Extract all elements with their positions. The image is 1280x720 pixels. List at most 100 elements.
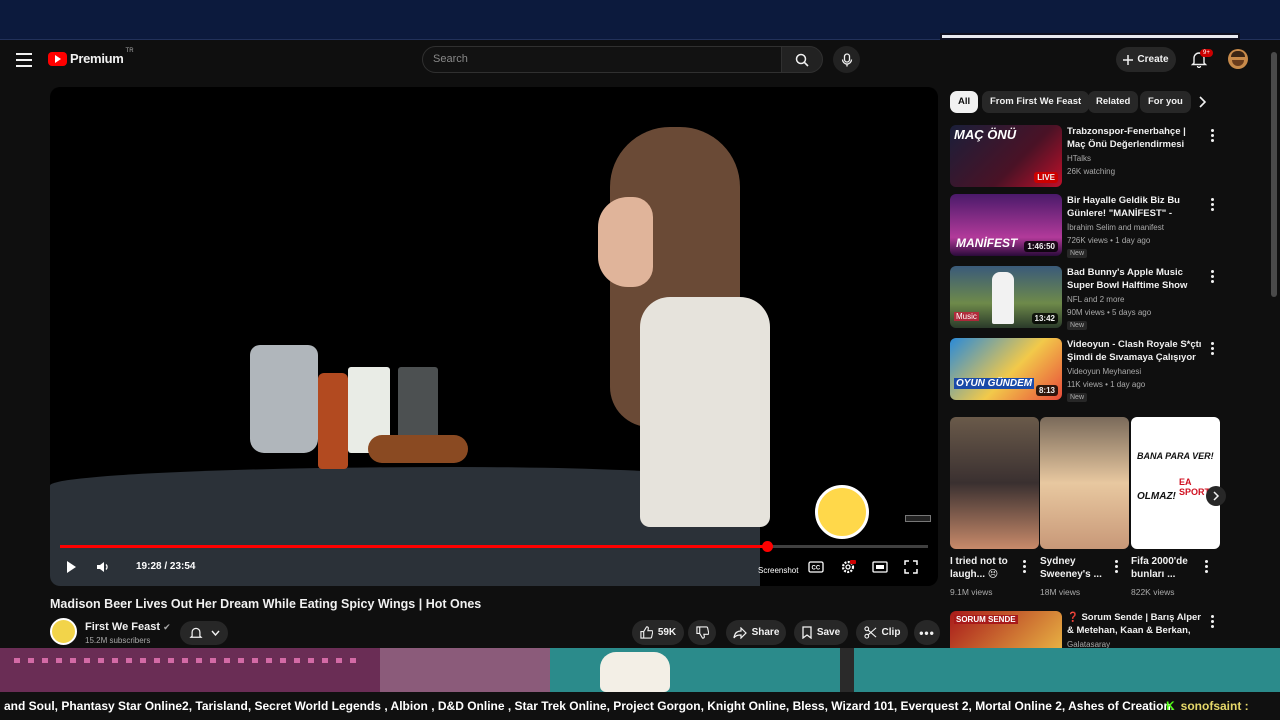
rec-channel: HTalks bbox=[1067, 154, 1092, 163]
chevron-right-icon[interactable] bbox=[1194, 94, 1210, 110]
thumb-text: MAÇ ÖNÜ bbox=[954, 127, 1017, 142]
rec-video[interactable]: SORUM SENDE ❓ Sorum Sende | Barış Alper … bbox=[950, 611, 1230, 648]
rec-channel: İbrahim Selim and manifest bbox=[1067, 223, 1164, 232]
progress-fill bbox=[60, 545, 768, 548]
more-actions-button[interactable]: ••• bbox=[914, 620, 940, 645]
search-button[interactable] bbox=[781, 46, 823, 73]
ticker-username: sonofsaint : bbox=[1180, 699, 1249, 713]
fullscreen-button[interactable] bbox=[904, 557, 918, 577]
gear-icon bbox=[841, 560, 856, 574]
rec-channel: Galatasaray bbox=[1067, 640, 1111, 648]
chip-from-channel[interactable]: From First We Feast bbox=[982, 91, 1090, 113]
thumb-text: BANA PARA VER! bbox=[1137, 451, 1214, 461]
chip-all[interactable]: All bbox=[950, 91, 979, 113]
apple-music-label: Music bbox=[954, 312, 979, 321]
screenshot-label[interactable]: Screenshot bbox=[758, 566, 798, 575]
rec-video[interactable]: MAÇ ÖNÜ LIVE Trabzonspor-Fenerbahçe | Ma… bbox=[950, 125, 1230, 189]
rec-video[interactable]: MANİFEST 1:46:50 Bir Hayalle Geldik Biz … bbox=[950, 194, 1230, 258]
rec-title: Bir Hayalle Geldik Biz Bu Günlere! "MANİ… bbox=[1067, 195, 1180, 219]
first-we-feast-watermark[interactable] bbox=[815, 485, 869, 539]
video-frame-pitcher bbox=[250, 345, 318, 453]
stream-overlay-art bbox=[0, 648, 1280, 692]
short-views: 822K views bbox=[1131, 587, 1175, 597]
duration-badge: 8:13 bbox=[1035, 385, 1058, 396]
more-vert-icon[interactable] bbox=[1208, 198, 1216, 212]
video-frame-wings bbox=[368, 435, 468, 463]
more-vert-icon[interactable] bbox=[1112, 560, 1120, 574]
progress-bar[interactable] bbox=[60, 541, 928, 552]
menu-icon[interactable] bbox=[14, 50, 34, 70]
youtube-premium-logo[interactable]: Premium TR bbox=[48, 48, 134, 66]
scrubber-handle[interactable] bbox=[762, 541, 774, 552]
pixel-cat bbox=[600, 652, 670, 692]
theater-icon bbox=[872, 561, 888, 573]
rec-title: Bad Bunny's Apple Music Super Bowl Halft… bbox=[1067, 267, 1188, 291]
rec-thumbnail: SORUM SENDE bbox=[950, 611, 1062, 648]
short-thumbnail[interactable] bbox=[950, 417, 1039, 549]
page-scrollbar[interactable] bbox=[1268, 40, 1280, 648]
chip-for-you[interactable]: For you bbox=[1140, 91, 1191, 113]
search-input[interactable]: Search bbox=[422, 46, 782, 73]
account-avatar[interactable] bbox=[1228, 49, 1248, 69]
short-title[interactable]: I tried not to laugh... 😣 bbox=[950, 555, 1026, 581]
shorts-next-button[interactable] bbox=[1206, 486, 1226, 506]
rec-meta: 11K views • 1 day ago bbox=[1067, 380, 1146, 389]
share-button[interactable]: Share bbox=[726, 620, 786, 645]
video-player[interactable]: 19:28 / 23:54 Screenshot CC bbox=[50, 87, 938, 586]
channel-name[interactable]: First We Feast ✔ bbox=[85, 621, 171, 633]
rec-thumbnail: Music 13:42 bbox=[950, 266, 1062, 328]
rec-title: Videoyun - Clash Royale S*çtı Şimdi de S… bbox=[1067, 339, 1202, 363]
like-button[interactable]: 59K bbox=[632, 620, 684, 645]
video-frame-guest bbox=[590, 127, 770, 547]
voice-search-button[interactable] bbox=[833, 46, 860, 73]
short-thumbnail[interactable] bbox=[1040, 417, 1129, 549]
rec-meta: 726K views • 1 day ago bbox=[1067, 236, 1151, 245]
chevron-down-icon bbox=[210, 630, 220, 636]
more-vert-icon[interactable] bbox=[1202, 560, 1210, 574]
stream-ticker: and Soul, Phantasy Star Online2, Tarisla… bbox=[0, 692, 1280, 720]
subscription-bell-button[interactable] bbox=[180, 621, 228, 645]
search-icon bbox=[795, 53, 809, 67]
create-button[interactable]: Create bbox=[1116, 47, 1176, 72]
thumb-text: MANİFEST bbox=[956, 236, 1018, 250]
save-button[interactable]: Save bbox=[794, 620, 848, 645]
more-vert-icon[interactable] bbox=[1208, 270, 1216, 284]
more-vert-icon[interactable] bbox=[1208, 129, 1216, 143]
chip-related[interactable]: Related bbox=[1088, 91, 1139, 113]
short-thumbnail[interactable]: BANA PARA VER! OLMAZ! EA SPORTS bbox=[1131, 417, 1220, 549]
more-vert-icon[interactable] bbox=[1020, 560, 1028, 574]
video-frame-glass bbox=[398, 367, 438, 445]
rec-title: ❓ Sorum Sende | Barış Alper & Metehan, K… bbox=[1067, 612, 1201, 636]
play-button[interactable] bbox=[64, 557, 78, 577]
clip-button[interactable]: Clip bbox=[856, 620, 908, 645]
channel-avatar[interactable] bbox=[50, 618, 77, 645]
share-icon bbox=[732, 626, 747, 639]
captions-button[interactable]: CC bbox=[808, 557, 824, 577]
scrollbar-thumb[interactable] bbox=[1271, 52, 1277, 297]
new-badge: New bbox=[1067, 321, 1088, 330]
notification-badge: 9+ bbox=[1200, 49, 1213, 57]
theater-mode-button[interactable] bbox=[872, 557, 888, 577]
dislike-button[interactable] bbox=[688, 620, 716, 645]
thumb-text: SORUM SENDE bbox=[954, 615, 1018, 624]
microphone-icon bbox=[841, 52, 852, 66]
logo-text: Premium bbox=[70, 51, 124, 66]
bell-icon bbox=[188, 627, 203, 638]
overlay-bar bbox=[940, 33, 1240, 40]
more-vert-icon[interactable] bbox=[1208, 342, 1216, 356]
settings-button[interactable] bbox=[840, 557, 856, 577]
rec-video[interactable]: Music 13:42 Bad Bunny's Apple Music Supe… bbox=[950, 266, 1230, 330]
subscriber-count: 15.2M subscribers bbox=[85, 636, 151, 645]
youtube-play-icon bbox=[48, 51, 67, 66]
rec-thumbnail: MAÇ ÖNÜ LIVE bbox=[950, 125, 1062, 187]
more-vert-icon[interactable] bbox=[1208, 615, 1216, 629]
fullscreen-icon bbox=[904, 560, 918, 574]
rec-video[interactable]: OYUN GÜNDEM 8:13 Videoyun - Clash Royale… bbox=[950, 338, 1230, 402]
short-title[interactable]: Fifa 2000'de bunları ... bbox=[1131, 555, 1207, 581]
share-label: Share bbox=[751, 627, 780, 638]
time-display: 19:28 / 23:54 bbox=[136, 561, 196, 572]
masthead: Premium TR Search Create 9+ bbox=[0, 40, 1280, 80]
volume-button[interactable] bbox=[96, 557, 110, 577]
short-title[interactable]: Sydney Sweeney's ... bbox=[1040, 555, 1116, 581]
new-badge: New bbox=[1067, 249, 1088, 258]
